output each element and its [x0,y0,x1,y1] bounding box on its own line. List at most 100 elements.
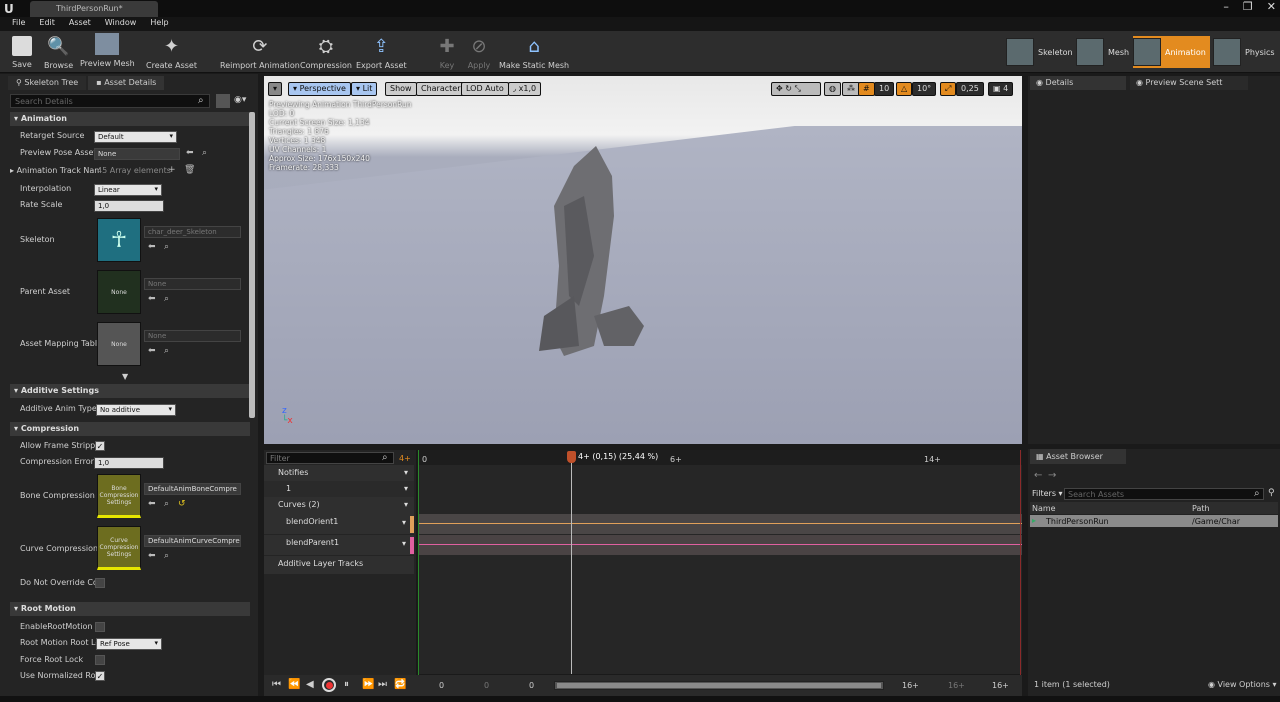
search-icon[interactable]: ⌕ [1254,488,1260,499]
parent-asset-field[interactable]: None [144,278,241,290]
timeline-scrollbar[interactable] [554,681,884,690]
timeline-filter-input[interactable]: Filter [266,452,394,464]
bone-compression-thumbnail[interactable]: Bone Compression Settings [97,474,141,518]
mode-physics[interactable]: Physics [1213,36,1275,68]
enable-root-motion-checkbox[interactable] [95,622,105,632]
apply-button[interactable]: ⊘ Apply [466,33,492,71]
step-back-icon[interactable]: ⏪ [288,679,300,690]
angle-size-button[interactable]: 10° [912,82,937,96]
preview-pose-dropdown[interactable]: None [94,148,180,160]
search-icon[interactable]: ⌕ [198,95,204,106]
record-button[interactable] [322,678,336,692]
force-root-lock-checkbox[interactable] [95,655,105,665]
user-icon[interactable]: ⚲ [1268,488,1275,498]
parent-asset-thumbnail[interactable]: None [97,270,141,314]
playback-speed-button[interactable]: ◞ x1,0 [508,82,542,96]
curve-row-blend-parent[interactable]: blendParent1 ▾ [264,535,414,555]
browse-button[interactable]: 🔍 Browse [44,33,73,71]
viewport[interactable]: ▾ ▾ Perspective ▾ Lit Show Character LOD… [264,76,1022,444]
mode-animation[interactable]: Animation [1133,36,1210,68]
menu-edit[interactable]: Edit [39,18,55,31]
browse-icon[interactable]: ⌕ [164,294,169,304]
export-asset-button[interactable]: ⇪ Export Asset [356,33,407,71]
browse-icon[interactable]: ⌕ [164,242,169,252]
reimport-animation-button[interactable]: ⟳ Reimport Animation [220,33,300,71]
search-icon[interactable]: ⌕ [382,452,388,463]
reset-icon[interactable]: ↺ [178,499,186,509]
character-button[interactable]: Character [416,82,466,96]
scale-size-button[interactable]: 0,25 [956,82,984,96]
arrow-left-icon[interactable]: ⬅ [148,242,156,252]
compression-button[interactable]: ⛭ Compression [300,33,352,71]
camera-speed-button[interactable]: ▣ 4 [988,82,1014,96]
compression-error-field[interactable]: 1,0 [94,457,164,469]
curve-compression-dropdown[interactable]: DefaultAnimCurveCompre [144,535,241,547]
show-button[interactable]: Show [385,82,417,96]
tab-details[interactable]: ◉ Details [1030,76,1126,90]
deer-character-mesh[interactable] [534,146,654,366]
chevron-down-icon[interactable]: ▾ [404,500,408,509]
tab-skeleton-tree[interactable]: ⚲ Skeleton Tree [8,76,87,90]
bone-compression-dropdown[interactable]: DefaultAnimBoneCompre [144,483,241,495]
root-lock-dropdown[interactable]: Ref Pose [96,638,162,650]
back-arrow-icon[interactable]: ← [1034,470,1042,481]
search-assets-input[interactable]: Search Assets [1064,488,1264,500]
mapping-table-thumbnail[interactable]: None [97,322,141,366]
perspective-button[interactable]: ▾ Perspective [288,82,351,96]
browse-icon[interactable]: ⌕ [164,499,169,509]
tab-asset-browser[interactable]: ▦ Asset Browser [1030,449,1126,464]
menu-window[interactable]: Window [105,18,137,31]
menu-file[interactable]: File [12,18,25,31]
additive-type-dropdown[interactable]: No additive [96,404,176,416]
browse-icon[interactable]: ⌕ [164,346,169,356]
browse-icon[interactable]: ⌕ [202,148,207,158]
mode-skeleton[interactable]: Skeleton [1006,36,1073,68]
forward-arrow-icon[interactable]: → [1048,470,1056,481]
arrow-left-icon[interactable]: ⬅ [148,551,156,561]
play-reverse-icon[interactable]: ◀ [306,679,314,690]
world-local-icon[interactable]: ◍ [824,82,841,96]
eye-icon[interactable]: ◉▾ [234,95,246,105]
curve-row-blend-orient[interactable]: blendOrient1 ▾ [264,514,414,534]
section-compression[interactable]: ▾ Compression [10,422,250,436]
tab-preview-scene[interactable]: ◉ Preview Scene Sett [1130,76,1248,90]
chevron-down-icon[interactable]: ▾ [402,539,406,548]
view-grid-icon[interactable] [216,94,230,108]
table-row[interactable]: ▸ ThirdPersonRun /Game/Char [1030,515,1278,527]
pause-icon[interactable]: ⏸ [344,679,349,690]
view-options-button[interactable]: ◉ View Options ▾ [1208,680,1277,689]
skeleton-thumbnail[interactable]: ☥ [97,218,141,262]
section-root-motion[interactable]: ▾ Root Motion [10,602,250,616]
details-scrollbar[interactable] [249,112,255,418]
curve-compression-thumbnail[interactable]: Curve Compression Settings [97,526,141,570]
section-animation[interactable]: ▾ Animation [10,112,250,126]
grid-size-button[interactable]: 10 [874,82,895,96]
grid-snap-icon[interactable]: # [858,82,875,96]
arrow-left-icon[interactable]: ⬅ [186,148,194,158]
loop-icon[interactable]: 🔁 [394,679,406,690]
add-element-icon[interactable]: + [168,165,176,175]
timeline-scrollbar-thumb[interactable] [557,683,881,688]
key-button[interactable]: ✚ Key [434,33,460,71]
lit-button[interactable]: ▾ Lit [351,82,378,96]
playhead-handle[interactable] [567,451,576,463]
arrow-left-icon[interactable]: ⬅ [148,346,156,356]
step-forward-icon[interactable]: ⏩ [362,679,374,690]
section-additive[interactable]: ▾ Additive Settings [10,384,250,398]
timeline-ruler[interactable]: 0 6+ 14+ [418,450,1022,465]
rate-scale-field[interactable]: 1,0 [94,200,164,212]
trash-icon[interactable]: 🗑 [184,165,195,175]
menu-help[interactable]: Help [150,18,168,31]
mapping-table-field[interactable]: None [144,330,241,342]
go-to-end-icon[interactable]: ⏭ [378,679,387,690]
arrow-left-icon[interactable]: ⬅ [148,294,156,304]
allow-stripping-checkbox[interactable]: ✓ [95,441,105,451]
maximize-icon[interactable]: ❐ [1243,0,1253,13]
preview-mesh-button[interactable]: Preview Mesh [80,33,135,68]
tab-asset-details[interactable]: ▪ Asset Details [88,76,165,90]
no-override-checkbox[interactable] [95,578,105,588]
curve-track-blend-orient[interactable] [418,514,1022,534]
chevron-down-icon[interactable]: ▾ [404,468,408,477]
filters-button[interactable]: Filters ▾ [1032,489,1063,498]
scale-snap-icon[interactable]: ⤢ [940,82,957,96]
